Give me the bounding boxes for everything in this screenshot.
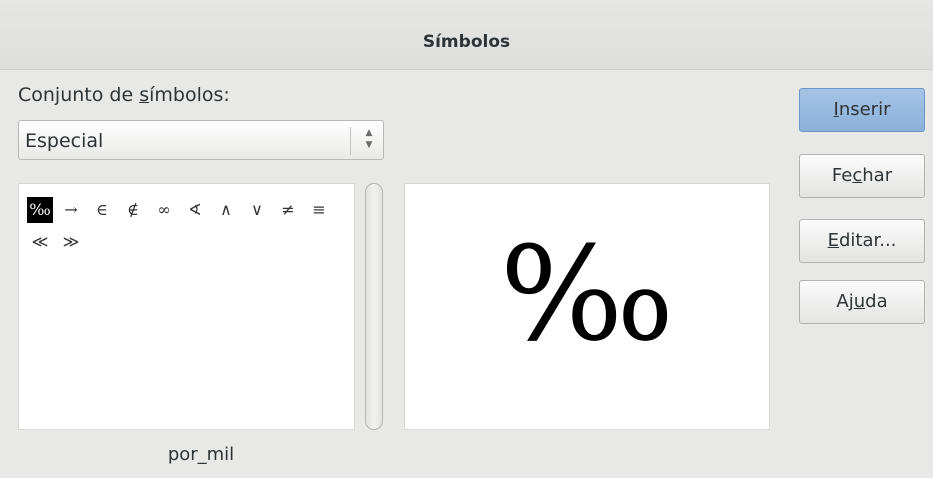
symbol-set-value: Especial (25, 130, 104, 152)
symbol-cell[interactable]: ∞ (151, 197, 177, 223)
symbols-dialog: Símbolos Conjunto de símbolos: Especial … (0, 0, 933, 478)
symbol-cell[interactable]: ∉ (120, 197, 146, 223)
help-button[interactable]: Ajuda (799, 280, 925, 324)
symbol-preview: ‰ (404, 183, 770, 430)
window-title: Símbolos (422, 32, 511, 52)
close-button[interactable]: Fechar (799, 154, 925, 198)
symbol-cell[interactable]: ∧ (213, 197, 239, 223)
symbol-cell[interactable]: ∢ (182, 197, 208, 223)
symbol-cell[interactable]: ‰ (27, 197, 53, 223)
symbol-cell[interactable]: → (58, 197, 84, 223)
symbol-cell[interactable]: ≪ (27, 229, 53, 255)
symbol-cell[interactable]: ∈ (89, 197, 115, 223)
symbol-cell[interactable]: ∨ (244, 197, 270, 223)
symbol-grid[interactable]: ‰ → ∈ ∉ ∞ ∢ ∧ ∨ ≠ ≡ ≪ ≫ (18, 183, 355, 430)
symbol-set-label: Conjunto de símbolos: (18, 84, 230, 106)
edit-button[interactable]: Editar... (799, 219, 925, 263)
symbol-cell[interactable]: ≡ (306, 197, 332, 223)
combobox-separator (350, 127, 351, 155)
symbol-name-label: por_mil (167, 444, 235, 465)
title-bar: Símbolos (0, 0, 933, 70)
symbol-set-combobox[interactable]: Especial ▲ ▼ (18, 120, 384, 160)
up-down-arrows-icon: ▲ ▼ (365, 128, 373, 150)
symbol-cell[interactable]: ≫ (58, 229, 84, 255)
insert-button[interactable]: Inserir (799, 88, 925, 132)
symbol-grid-scrollbar[interactable] (365, 183, 383, 430)
preview-glyph: ‰ (499, 218, 675, 370)
symbol-cell[interactable]: ≠ (275, 197, 301, 223)
